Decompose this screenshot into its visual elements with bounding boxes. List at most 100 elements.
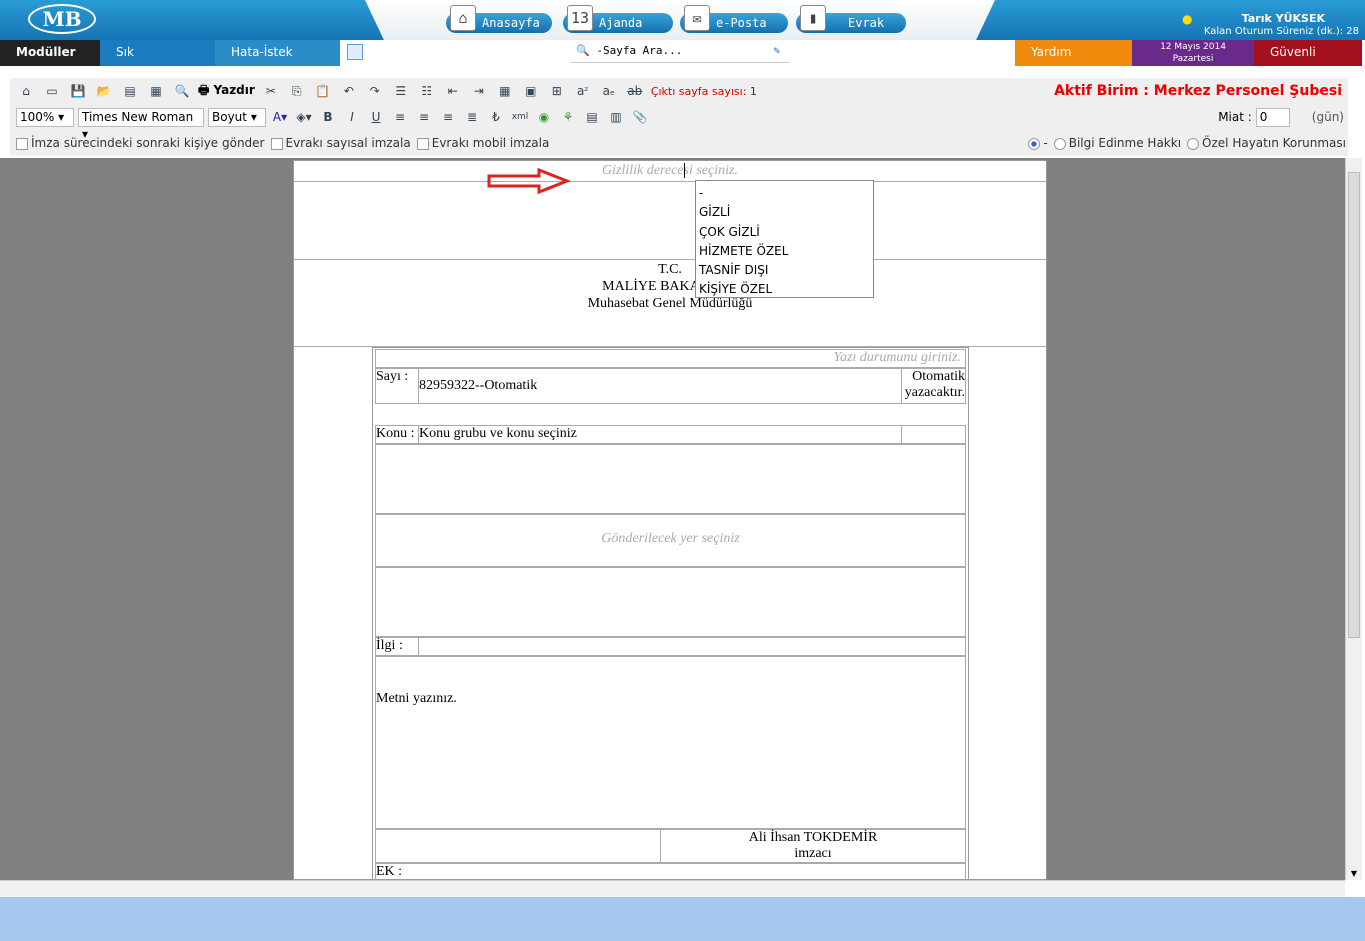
sayi-value[interactable]: 82959322--Otomatik xyxy=(418,369,902,403)
favorites-menu[interactable]: Sık Kullanılanlar xyxy=(100,40,215,83)
tree-icon[interactable]: ⚘ xyxy=(558,108,578,126)
italic-icon[interactable]: I xyxy=(342,108,362,126)
dropdown-option[interactable]: GİZLİ xyxy=(699,203,870,222)
document-icon: ▮ xyxy=(800,5,826,31)
deadline-input[interactable]: 0 xyxy=(1255,107,1290,127)
print-button[interactable]: 🖶 Yazdır xyxy=(198,81,255,102)
font-select[interactable]: Times New Roman ▾ xyxy=(78,107,204,141)
horizontal-scrollbar[interactable] xyxy=(0,880,1345,897)
document-page[interactable]: Gizlilik derecesi seçiniz. T.C. MALİYE BA… xyxy=(293,160,1047,883)
copy-icon[interactable]: ⎘ xyxy=(287,82,307,100)
radio-none[interactable]: - xyxy=(1028,136,1048,150)
page-search[interactable]: 🔍 -Sayfa Ara... ✎ xyxy=(570,41,790,63)
align-left-icon[interactable]: ≡ xyxy=(390,108,410,126)
underline-icon[interactable]: U xyxy=(366,108,386,126)
new-icon[interactable]: ▭ xyxy=(42,82,62,100)
logo[interactable]: MB xyxy=(28,4,96,34)
logout-button[interactable]: Güvenli Çıkış ⊘ xyxy=(1254,40,1362,83)
org-line: T.C. xyxy=(658,262,682,277)
highlight-icon[interactable]: ◈▾ xyxy=(294,108,314,126)
redo-icon[interactable]: ↷ xyxy=(365,82,385,100)
table-grid-icon[interactable]: ▣ xyxy=(521,82,541,100)
brush-icon[interactable]: ✎ xyxy=(773,41,780,61)
align-right-icon[interactable]: ≡ xyxy=(438,108,458,126)
nav-eposta[interactable]: ✉ e-Posta xyxy=(680,5,788,33)
body-field[interactable]: Metni yazınız. xyxy=(375,656,966,829)
bullet-list-icon[interactable]: ☷ xyxy=(417,82,437,100)
ilgi-field[interactable] xyxy=(418,638,965,655)
vertical-scrollbar[interactable]: ▼ xyxy=(1345,158,1362,880)
nav-evrak[interactable]: ▮ Evrak xyxy=(796,5,906,33)
preview-icon[interactable] xyxy=(347,44,363,60)
undo-icon[interactable]: ↶ xyxy=(339,82,359,100)
auto-note: Otomatik yazacaktır. xyxy=(905,369,965,401)
template-icon[interactable]: ▤ xyxy=(582,108,602,126)
auto-note-line: yazacaktır. xyxy=(904,385,965,400)
scroll-down-icon[interactable]: ▼ xyxy=(1346,869,1362,878)
date-display: 12 Mayıs 2014 Pazartesi xyxy=(1132,40,1254,66)
subscript-icon[interactable]: aₑ xyxy=(599,82,619,100)
checkbox[interactable] xyxy=(416,137,429,150)
dropdown-option[interactable]: KİŞİYE ÖZEL xyxy=(699,280,870,299)
globe-icon[interactable]: ◉ xyxy=(534,108,554,126)
dropdown-option[interactable]: TASNİF DIŞI xyxy=(699,261,870,280)
empty-row xyxy=(375,567,966,637)
dropdown-option[interactable]: - xyxy=(699,184,870,203)
checkbox[interactable] xyxy=(16,137,28,150)
konu-field[interactable]: Konu grubu ve konu seçiniz xyxy=(418,426,902,443)
digital-sign-checkbox[interactable]: Evrakı sayısal imzala xyxy=(270,136,411,150)
help-docs[interactable]: Yardım Belgeleri xyxy=(1015,40,1132,83)
recipient-field[interactable]: Gönderilecek yer seçiniz xyxy=(375,514,966,567)
zoom-select[interactable]: 100% ▾ xyxy=(16,107,74,127)
privacy-field[interactable]: Gizlilik derecesi seçiniz. xyxy=(294,163,1046,179)
dropdown-option[interactable]: ÇOK GİZLİ xyxy=(699,223,870,242)
mobile-sign-checkbox[interactable]: Evrakı mobil imzala xyxy=(416,136,549,150)
page-count-label: Çıktı sayfa sayısı: xyxy=(650,84,747,98)
size-select[interactable]: Boyut ▾ xyxy=(208,107,266,127)
scroll-thumb[interactable] xyxy=(1348,172,1360,638)
home-icon[interactable]: ⌂ xyxy=(16,82,36,100)
ilgi-row: İlgi : xyxy=(375,637,966,656)
font-color-icon[interactable]: A▾ xyxy=(270,108,290,126)
print-preview-icon[interactable]: 🔍 xyxy=(172,82,192,100)
radio[interactable] xyxy=(1187,137,1200,150)
radio[interactable] xyxy=(1053,137,1066,150)
radio[interactable] xyxy=(1028,137,1041,150)
strikethrough-icon[interactable]: ab xyxy=(625,82,645,100)
date: 12 Mayıs 2014 xyxy=(1160,42,1226,52)
active-unit: Aktif Birim : Merkez Personel Şubesi xyxy=(1054,83,1342,99)
outdent-icon[interactable]: ⇤ xyxy=(443,82,463,100)
dropdown-option[interactable]: HİZMETE ÖZEL xyxy=(699,242,870,261)
align-center-icon[interactable]: ≡ xyxy=(414,108,434,126)
table-icon[interactable]: ▦ xyxy=(495,82,515,100)
search-input[interactable]: -Sayfa Ara... xyxy=(596,44,682,57)
ilgi-label: İlgi : xyxy=(376,638,403,653)
checkbox[interactable] xyxy=(270,137,283,150)
superscript-icon[interactable]: aᶻ xyxy=(573,82,593,100)
paste-icon[interactable]: 📋 xyxy=(313,82,333,100)
day: Pazartesi xyxy=(1172,54,1214,64)
attachment-icon[interactable]: 📎 xyxy=(630,108,650,126)
form-icon[interactable]: ▥ xyxy=(606,108,626,126)
status-field[interactable]: Yazı durumunu giriniz. xyxy=(375,349,966,368)
justify-icon[interactable]: ≣ xyxy=(462,108,482,126)
nav-ajanda[interactable]: 13 Ajanda xyxy=(563,5,673,33)
bold-icon[interactable]: B xyxy=(318,108,338,126)
properties-icon[interactable]: ▦ xyxy=(146,82,166,100)
radio-privacy[interactable]: Özel Hayatın Korunması xyxy=(1187,136,1346,150)
next-signer-checkbox[interactable]: İmza sürecindeki sonraki kişiye gönder xyxy=(16,136,265,150)
indent-icon[interactable]: ⇥ xyxy=(469,82,489,100)
save-as-icon[interactable]: ▤ xyxy=(120,82,140,100)
modules-menu[interactable]: Modüller xyxy=(0,40,100,66)
nav-anasayfa[interactable]: ⌂ Anasayfa xyxy=(446,5,552,33)
page-count: Çıktı sayfa sayısı: 1 xyxy=(651,85,757,98)
lira-icon[interactable]: ₺ xyxy=(486,108,506,126)
xml-icon[interactable]: xml xyxy=(510,108,530,126)
radio-info-right[interactable]: Bilgi Edinme Hakkı xyxy=(1053,136,1181,150)
save-icon[interactable]: 💾 xyxy=(68,82,88,100)
open-icon[interactable]: 📂 xyxy=(94,82,114,100)
insert-row-icon[interactable]: ⊞ xyxy=(547,82,567,100)
report-menu[interactable]: Hata-İstek Bildir xyxy=(215,40,340,83)
cut-icon[interactable]: ✂ xyxy=(261,82,281,100)
ordered-list-icon[interactable]: ☰ xyxy=(391,82,411,100)
